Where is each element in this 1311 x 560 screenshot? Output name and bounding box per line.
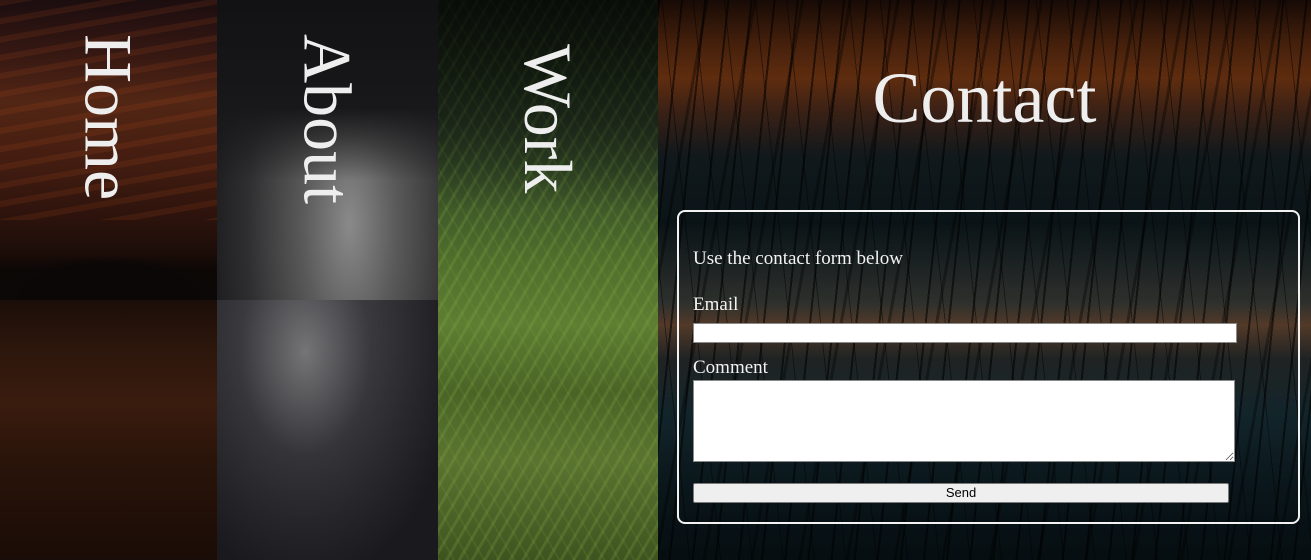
email-label: Email <box>693 294 739 315</box>
panel-work[interactable]: Work <box>438 0 658 560</box>
email-field[interactable] <box>693 323 1237 343</box>
page: Home About Work Contact Use the contact … <box>0 0 1311 560</box>
comment-label: Comment <box>693 357 768 378</box>
nav-about-link[interactable]: About <box>290 34 366 204</box>
nav-home-link[interactable]: Home <box>71 34 147 200</box>
contact-heading: Contact <box>872 58 1097 138</box>
contact-intro-text: Use the contact form below <box>693 248 903 269</box>
panel-contact: Contact Use the contact form below Email… <box>658 0 1311 560</box>
panel-about[interactable]: About <box>217 0 438 560</box>
send-button[interactable]: Send <box>693 483 1229 503</box>
panel-home[interactable]: Home <box>0 0 217 560</box>
comment-field[interactable] <box>693 380 1235 462</box>
contact-form: Use the contact form below Email Comment… <box>677 210 1300 524</box>
nav-work-link[interactable]: Work <box>510 44 586 193</box>
